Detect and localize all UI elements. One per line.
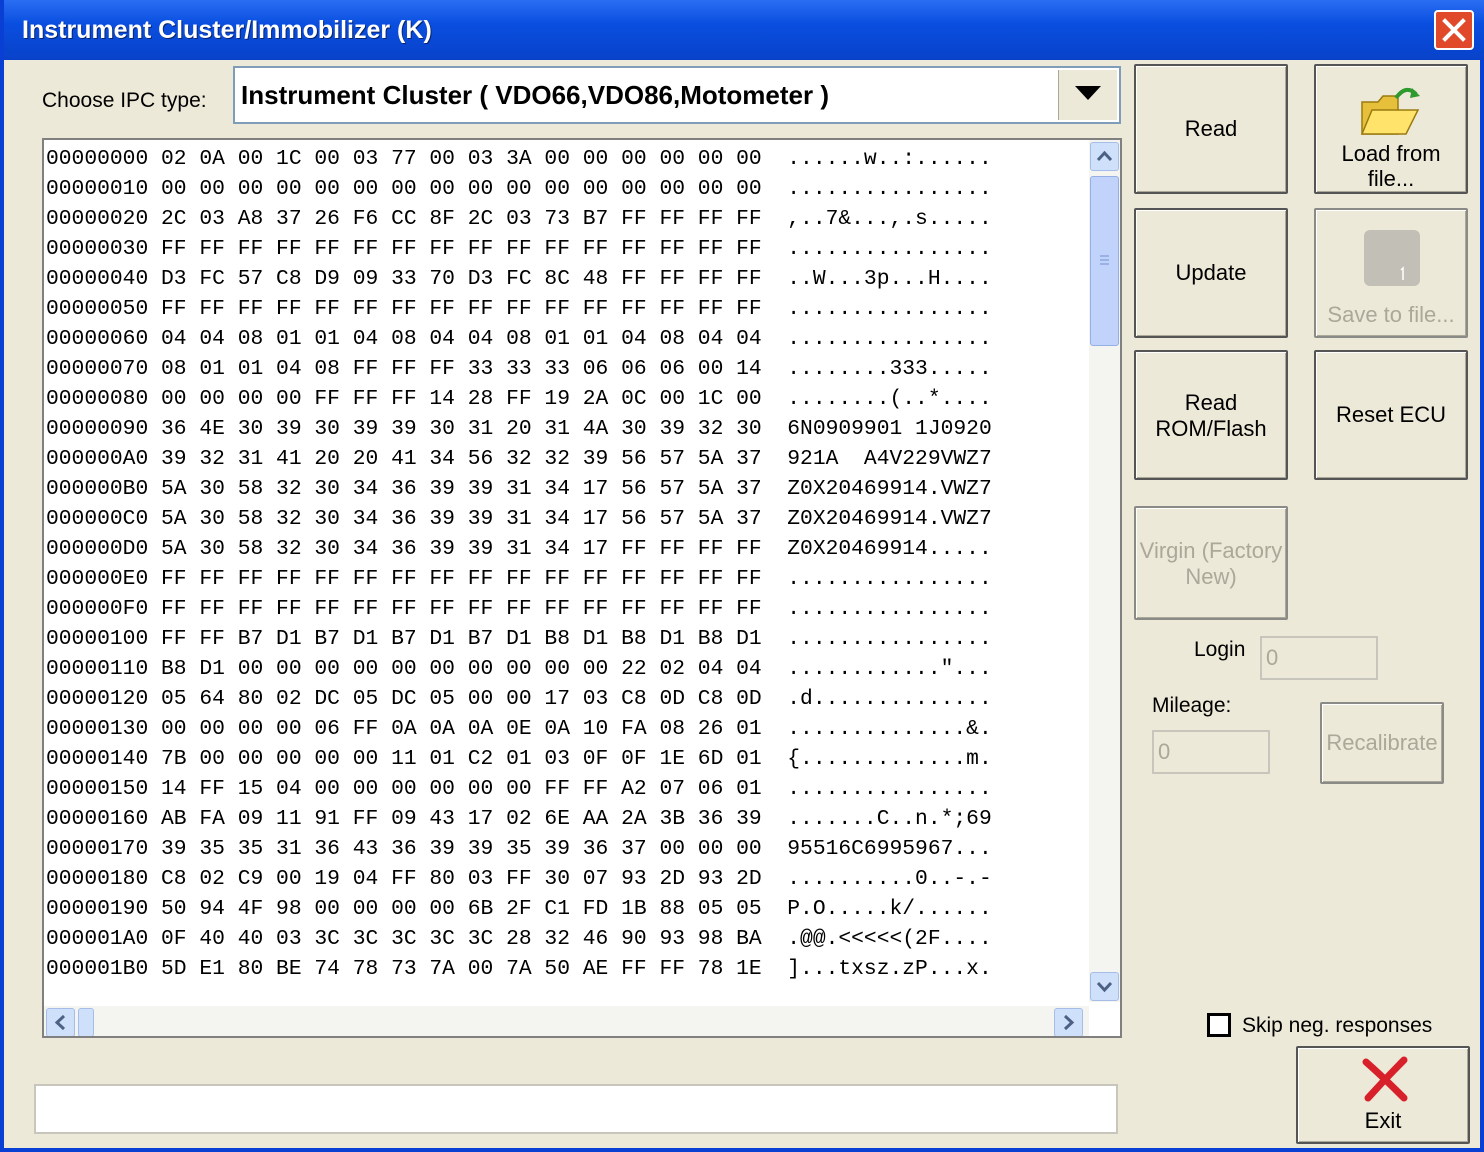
horizontal-scrollbar[interactable] (44, 1006, 1089, 1036)
hex-row[interactable]: 000001B0 5D E1 80 BE 74 78 73 7A 00 7A 5… (46, 954, 992, 984)
hex-row[interactable]: 00000070 08 01 01 04 08 FF FF FF 33 33 3… (46, 354, 992, 384)
hex-viewer[interactable]: 00000000 02 0A 00 1C 00 03 77 00 03 3A 0… (42, 138, 1122, 1038)
hex-row[interactable]: 00000040 D3 FC 57 C8 D9 09 33 70 D3 FC 8… (46, 264, 992, 294)
hex-row[interactable]: 000000A0 39 32 31 41 20 20 41 34 56 32 3… (46, 444, 992, 474)
hex-row[interactable]: 00000080 00 00 00 00 FF FF FF 14 28 FF 1… (46, 384, 992, 414)
reset-ecu-button[interactable]: Reset ECU (1314, 350, 1468, 480)
read-rom-flash-label: Read ROM/Flash (1136, 390, 1286, 442)
load-from-file-line2: file... (1367, 166, 1415, 191)
read-label: Read (1184, 116, 1238, 141)
red-x-icon (1362, 1056, 1408, 1102)
update-button[interactable]: Update (1134, 208, 1288, 338)
hex-dump[interactable]: 00000000 02 0A 00 1C 00 03 77 00 03 3A 0… (46, 144, 992, 984)
hex-row[interactable]: 00000020 2C 03 A8 37 26 F6 CC 8F 2C 03 7… (46, 204, 992, 234)
hex-row[interactable]: 000000E0 FF FF FF FF FF FF FF FF FF FF F… (46, 564, 992, 594)
update-label: Update (1175, 260, 1247, 285)
ipc-type-label: Choose IPC type: (42, 89, 207, 112)
hex-row[interactable]: 000000F0 FF FF FF FF FF FF FF FF FF FF F… (46, 594, 992, 624)
hex-row[interactable]: 00000010 00 00 00 00 00 00 00 00 00 00 0… (46, 174, 992, 204)
hex-row[interactable]: 00000160 AB FA 09 11 91 FF 09 43 17 02 6… (46, 804, 992, 834)
mileage-label: Mileage: (1152, 694, 1232, 717)
hex-row[interactable]: 00000150 14 FF 15 04 00 00 00 00 00 00 F… (46, 774, 992, 804)
read-rom-flash-line2: ROM/Flash (1155, 416, 1267, 441)
hscroll-thumb[interactable] (78, 1008, 94, 1036)
hex-row[interactable]: 00000030 FF FF FF FF FF FF FF FF FF FF F… (46, 234, 992, 264)
floppy-disk-icon (1364, 230, 1420, 286)
chevron-right-icon (1063, 1014, 1075, 1031)
chevron-down-icon (1096, 981, 1113, 993)
hex-row[interactable]: 00000060 04 04 08 01 01 04 08 04 04 08 0… (46, 324, 992, 354)
window-title: Instrument Cluster/Immobilizer (K) (22, 16, 432, 44)
virgin-label: Virgin (Factory New) (1136, 538, 1286, 590)
hex-row[interactable]: 000000C0 5A 30 58 32 30 34 36 39 39 31 3… (46, 504, 992, 534)
hex-row[interactable]: 00000140 7B 00 00 00 00 00 11 01 C2 01 0… (46, 744, 992, 774)
folder-open-icon (1360, 87, 1420, 135)
hex-row[interactable]: 00000120 05 64 80 02 DC 05 DC 05 00 00 1… (46, 684, 992, 714)
chevron-down-icon (1075, 86, 1101, 100)
read-button[interactable]: Read (1134, 64, 1288, 194)
hex-row[interactable]: 00000090 36 4E 30 39 30 39 39 30 31 20 3… (46, 414, 992, 444)
close-button[interactable] (1434, 10, 1474, 50)
hex-row[interactable]: 00000110 B8 D1 00 00 00 00 00 00 00 00 0… (46, 654, 992, 684)
virgin-line2: New) (1185, 564, 1237, 589)
recalibrate-label: Recalibrate (1326, 730, 1438, 755)
scroll-down-button[interactable] (1090, 972, 1119, 1001)
exit-button[interactable]: Exit (1296, 1046, 1470, 1144)
recalibrate-button[interactable]: Recalibrate (1320, 702, 1444, 784)
hex-row[interactable]: 00000180 C8 02 C9 00 19 04 FF 80 03 FF 3… (46, 864, 992, 894)
scroll-up-button[interactable] (1090, 142, 1119, 171)
hex-row[interactable]: 00000000 02 0A 00 1C 00 03 77 00 03 3A 0… (46, 144, 992, 174)
scroll-left-button[interactable] (46, 1008, 75, 1036)
skip-neg-responses-checkbox[interactable] (1207, 1013, 1231, 1037)
hex-row[interactable]: 000000D0 5A 30 58 32 30 34 36 39 39 31 3… (46, 534, 992, 564)
hex-row[interactable]: 000001A0 0F 40 40 03 3C 3C 3C 3C 3C 28 3… (46, 924, 992, 954)
load-from-file-line1: Load from (1341, 141, 1441, 166)
exit-label: Exit (1364, 1108, 1402, 1133)
mileage-field[interactable]: 0 (1152, 730, 1270, 774)
vertical-scrollbar[interactable] (1089, 140, 1120, 1002)
hex-row[interactable]: 00000100 FF FF B7 D1 B7 D1 B7 D1 B7 D1 B… (46, 624, 992, 654)
load-from-file-label: Load from file... (1316, 141, 1466, 191)
scroll-right-button[interactable] (1054, 1008, 1083, 1036)
grip-icon (1100, 255, 1109, 265)
load-from-file-button[interactable]: Load from file... (1314, 64, 1468, 194)
close-icon (1442, 18, 1466, 42)
read-rom-flash-line1: Read (1184, 390, 1238, 415)
scroll-thumb[interactable] (1090, 176, 1119, 346)
hex-row[interactable]: 00000130 00 00 00 00 06 FF 0A 0A 0A 0E 0… (46, 714, 992, 744)
hex-row[interactable]: 000000B0 5A 30 58 32 30 34 36 39 39 31 3… (46, 474, 992, 504)
reset-ecu-label: Reset ECU (1335, 402, 1447, 427)
dialog-window: Instrument Cluster/Immobilizer (K) Choos… (0, 0, 1484, 1152)
login-field[interactable]: 0 (1260, 636, 1378, 680)
ipc-type-select[interactable]: Instrument Cluster ( VDO66,VDO86,Motomet… (233, 66, 1121, 124)
ipc-type-value: Instrument Cluster ( VDO66,VDO86,Motomet… (241, 80, 829, 110)
ipc-dropdown-button[interactable] (1058, 70, 1117, 120)
chevron-left-icon (54, 1014, 66, 1031)
hex-row[interactable]: 00000170 39 35 35 31 36 43 36 39 39 35 3… (46, 834, 992, 864)
read-rom-flash-button[interactable]: Read ROM/Flash (1134, 350, 1288, 480)
save-to-file-button[interactable]: Save to file... (1314, 208, 1468, 338)
hex-row[interactable]: 00000050 FF FF FF FF FF FF FF FF FF FF F… (46, 294, 992, 324)
virgin-line1: Virgin (Factory (1139, 538, 1283, 563)
save-to-file-label: Save to file... (1327, 302, 1455, 327)
title-bar[interactable]: Instrument Cluster/Immobilizer (K) (4, 0, 1484, 60)
skip-neg-responses-label: Skip neg. responses (1242, 1014, 1433, 1037)
virgin-factory-new-button[interactable]: Virgin (Factory New) (1134, 506, 1288, 620)
status-bar (34, 1084, 1118, 1134)
login-label: Login (1194, 638, 1246, 661)
chevron-up-icon (1096, 150, 1113, 162)
hex-row[interactable]: 00000190 50 94 4F 98 00 00 00 00 6B 2F C… (46, 894, 992, 924)
